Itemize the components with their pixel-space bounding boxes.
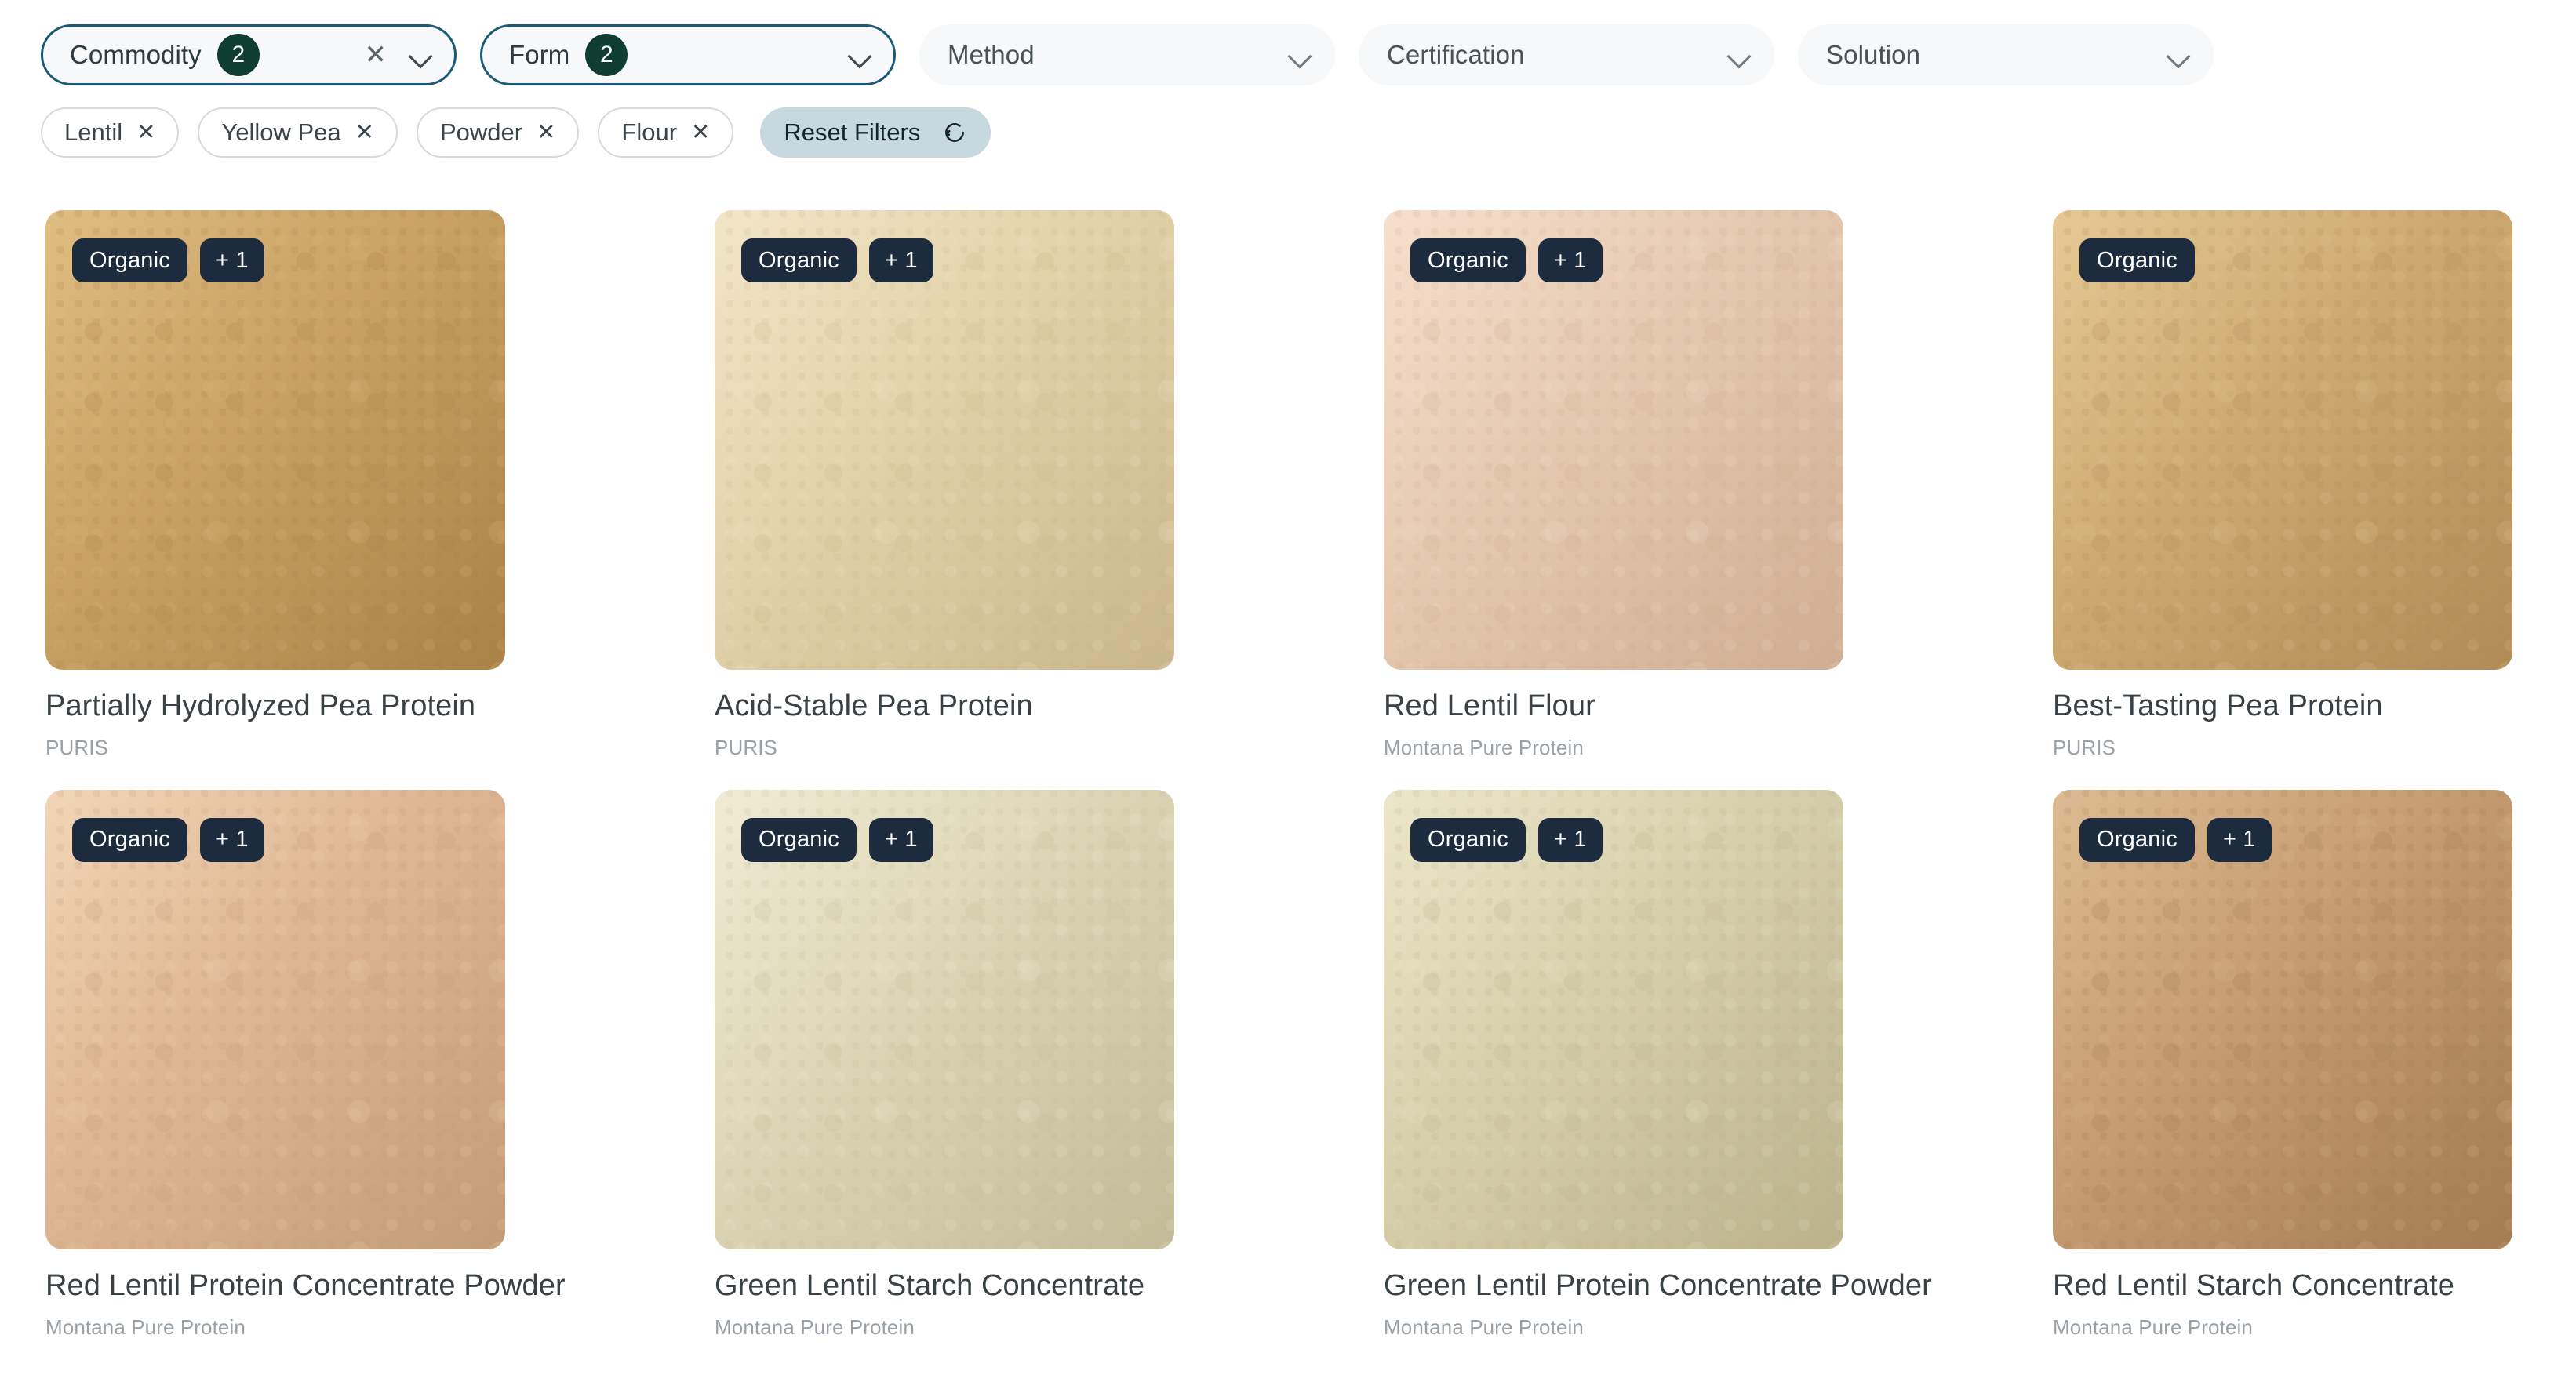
chevron-down-icon[interactable]: [848, 43, 871, 67]
chevron-down-icon[interactable]: [2167, 43, 2190, 67]
product-title: Red Lentil Protein Concentrate Powder: [45, 1268, 566, 1302]
extra-badge-count: + 1: [199, 817, 264, 862]
certification-badge: Organic: [2079, 817, 2195, 862]
product-title: Best-Tasting Pea Protein: [2053, 689, 2383, 722]
filter-select-certification-label: Certification: [1387, 40, 1525, 69]
certification-badge: Organic: [1410, 238, 1526, 282]
chevron-down-icon[interactable]: [1727, 43, 1751, 67]
certification-badge: Organic: [1410, 817, 1526, 862]
chevron-down-icon[interactable]: [1288, 43, 1312, 67]
product-supplier: Montana Pure Protein: [715, 1315, 915, 1339]
product-title: Green Lentil Protein Concentrate Powder: [1384, 1268, 1932, 1302]
product-title: Red Lentil Starch Concentrate: [2053, 1268, 2454, 1302]
extra-badge-count: + 1: [868, 238, 933, 282]
filter-select-solution[interactable]: Solution: [1798, 24, 2214, 85]
refresh-icon: [942, 120, 967, 145]
close-icon[interactable]: ✕: [537, 121, 555, 144]
product-supplier: PURIS: [2053, 735, 2116, 759]
filter-chip-label: Powder: [439, 118, 523, 146]
product-card[interactable]: Organic Best-Tasting Pea Protein PURIS: [2053, 210, 2512, 760]
filter-chip-label: Flour: [621, 118, 678, 146]
product-title: Green Lentil Starch Concentrate: [715, 1268, 1145, 1302]
filter-select-commodity[interactable]: Commodity 2 ✕: [41, 24, 457, 85]
product-image[interactable]: Organic + 1: [715, 789, 1174, 1249]
certification-badge: Organic: [72, 238, 187, 282]
product-supplier: Montana Pure Protein: [1384, 1315, 1584, 1339]
chevron-down-icon[interactable]: [409, 43, 432, 67]
product-card[interactable]: Organic + 1 Red Lentil Starch Concentrate M…: [2053, 789, 2512, 1340]
reset-filters-button[interactable]: Reset Filters: [760, 107, 991, 158]
close-icon[interactable]: ✕: [691, 121, 710, 144]
product-card[interactable]: Organic + 1 Partially Hydrolyzed Pea Prote…: [45, 210, 505, 760]
certification-badge: Organic: [2079, 238, 2195, 282]
extra-badge-count: + 1: [1537, 817, 1603, 862]
product-supplier: Montana Pure Protein: [2053, 1315, 2253, 1339]
reset-filters-label: Reset Filters: [784, 118, 921, 146]
product-image[interactable]: Organic + 1: [715, 210, 1174, 670]
product-grid: Organic + 1 Partially Hydrolyzed Pea Prote…: [0, 162, 2576, 1340]
filter-select-certification[interactable]: Certification: [1359, 24, 1774, 85]
filter-bar: Commodity 2 ✕ Form 2 Method Certificatio…: [0, 0, 2576, 91]
badge-group: Organic + 1: [1410, 817, 1603, 862]
certification-badge: Organic: [741, 817, 857, 862]
extra-badge-count: + 1: [2207, 817, 2272, 862]
product-card[interactable]: Organic + 1 Red Lentil Protein Concentrate…: [45, 789, 566, 1340]
product-image[interactable]: Organic: [2053, 210, 2512, 670]
product-supplier: Montana Pure Protein: [1384, 735, 1584, 759]
certification-badge: Organic: [72, 817, 187, 862]
badge-group: Organic + 1: [2079, 817, 2272, 862]
product-supplier: Montana Pure Protein: [45, 1315, 246, 1339]
badge-group: Organic + 1: [1410, 238, 1603, 282]
filter-select-commodity-count: 2: [216, 34, 260, 76]
extra-badge-count: + 1: [868, 817, 933, 862]
badge-group: Organic + 1: [741, 238, 933, 282]
filter-chip-label: Lentil: [64, 118, 123, 146]
certification-badge: Organic: [741, 238, 857, 282]
filter-chip-label: Yellow Pea: [221, 118, 341, 146]
filter-select-form[interactable]: Form 2: [480, 24, 896, 85]
product-title: Acid-Stable Pea Protein: [715, 689, 1033, 722]
badge-group: Organic: [2079, 238, 2195, 282]
product-card[interactable]: Organic + 1 Red Lentil Flour Montana Pure P…: [1384, 210, 1843, 760]
product-image[interactable]: Organic + 1: [45, 210, 505, 670]
product-supplier: PURIS: [45, 735, 108, 759]
filter-chip-powder[interactable]: Powder ✕: [416, 107, 580, 158]
product-image[interactable]: Organic + 1: [1384, 789, 1843, 1249]
extra-badge-count: + 1: [199, 238, 264, 282]
product-image[interactable]: Organic + 1: [2053, 789, 2512, 1249]
filter-chip-flour[interactable]: Flour ✕: [598, 107, 734, 158]
product-image[interactable]: Organic + 1: [45, 789, 505, 1249]
product-image[interactable]: Organic + 1: [1384, 210, 1843, 670]
extra-badge-count: + 1: [1537, 238, 1603, 282]
product-supplier: PURIS: [715, 735, 777, 759]
product-title: Red Lentil Flour: [1384, 689, 1595, 722]
product-title: Partially Hydrolyzed Pea Protein: [45, 689, 476, 722]
product-card[interactable]: Organic + 1 Green Lentil Protein Concentra…: [1384, 789, 1932, 1340]
product-catalog-page: Commodity 2 ✕ Form 2 Method Certificatio…: [0, 0, 2576, 1382]
filter-chip-yellow-pea[interactable]: Yellow Pea ✕: [198, 107, 398, 158]
badge-group: Organic + 1: [72, 817, 264, 862]
close-icon[interactable]: ✕: [365, 42, 387, 68]
filter-select-form-count: 2: [585, 34, 628, 76]
filter-select-solution-label: Solution: [1826, 40, 1921, 69]
filter-select-commodity-label: Commodity: [70, 40, 202, 69]
filter-chip-lentil[interactable]: Lentil ✕: [41, 107, 180, 158]
active-filter-chips: Lentil ✕ Yellow Pea ✕ Powder ✕ Flour ✕ R…: [0, 91, 2576, 162]
filter-select-method-label: Method: [948, 40, 1035, 69]
close-icon[interactable]: ✕: [136, 121, 155, 144]
badge-group: Organic + 1: [741, 817, 933, 862]
filter-select-method[interactable]: Method: [919, 24, 1335, 85]
close-icon[interactable]: ✕: [355, 121, 374, 144]
product-card[interactable]: Organic + 1 Green Lentil Starch Concentrat…: [715, 789, 1174, 1340]
product-card[interactable]: Organic + 1 Acid-Stable Pea Protein PURIS: [715, 210, 1174, 760]
filter-select-form-label: Form: [509, 40, 570, 69]
badge-group: Organic + 1: [72, 238, 264, 282]
